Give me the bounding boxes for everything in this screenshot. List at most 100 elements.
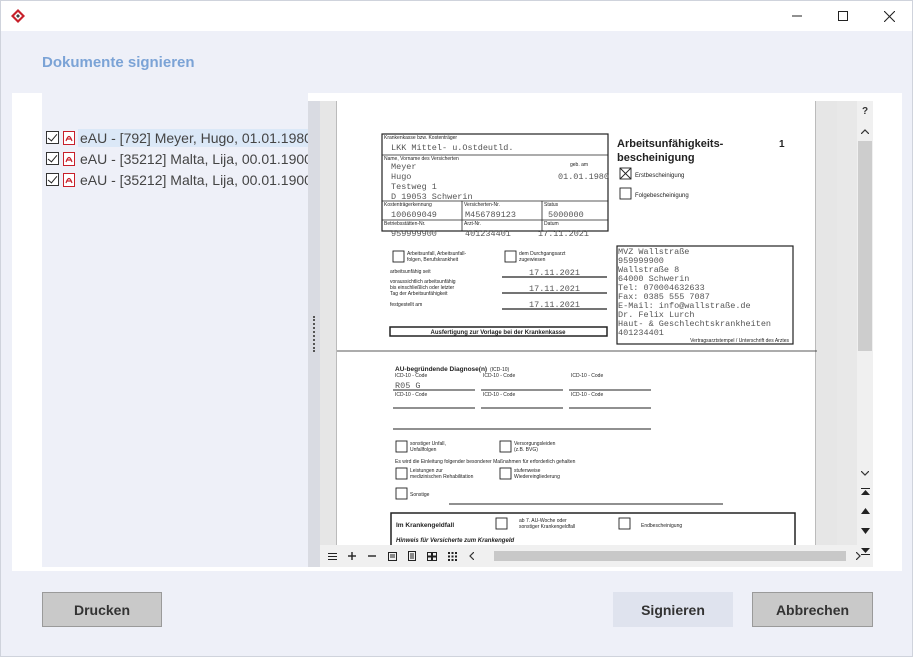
zoom-in-icon[interactable] (344, 548, 360, 564)
app-logo-icon (11, 9, 25, 23)
icd-caption: ICD-10 - Code (483, 392, 515, 398)
content-panel: eAU - [792] Meyer, Hugo, 01.01.1980 eAU … (12, 93, 902, 571)
close-icon (883, 10, 895, 22)
scroll-thumb[interactable] (858, 141, 872, 351)
doctor-stamp: MVZ Wallstraße 959999900 Wallstraße 8 64… (618, 247, 771, 338)
document-checkbox[interactable] (46, 173, 59, 186)
versorgung-label-2: (z.B. BVG) (514, 447, 538, 453)
bsnr-value: 959999900 (391, 229, 437, 239)
versnr-caption: Versicherten-Nr. (464, 202, 500, 208)
horizontal-scrollbar[interactable] (494, 551, 846, 561)
document-label: eAU - [792] Meyer, Hugo, 01.01.1980 (78, 128, 314, 147)
lanr-value: 401234401 (465, 229, 511, 239)
street: Testweg 1 (391, 182, 437, 192)
sonstige-label: Sonstige (410, 492, 430, 498)
copy-number: 1 (779, 139, 785, 150)
first-name: Hugo (391, 172, 411, 182)
ausfertigung-label: Ausfertigung zur Vorlage bei der Kranken… (431, 330, 567, 336)
sign-button[interactable]: Signieren (613, 592, 733, 627)
krankengeld-title: Im Krankengeldfall (396, 522, 454, 529)
dialog-title: Dokumente signieren (42, 54, 195, 71)
dialog-header: Dokumente signieren (1, 31, 912, 93)
pdf-page: Krankenkasse bzw. Kostenträger LKK Mitte… (336, 101, 817, 545)
birth-caption: geb. am (570, 162, 588, 168)
menu-icon[interactable] (324, 548, 340, 564)
last-name: Meyer (391, 162, 417, 172)
document-item[interactable]: eAU - [35212] Malta, Lija, 00.01.1900 (42, 169, 312, 190)
horizontal-scroll-thumb[interactable] (494, 551, 846, 561)
document-checkbox[interactable] (46, 131, 59, 144)
icd-caption: ICD-10 - Code (483, 373, 515, 379)
splitter-grip-icon[interactable] (313, 316, 315, 352)
fit-width-icon[interactable] (384, 548, 400, 564)
kg-end-label: Endbescheinigung (641, 523, 682, 529)
panel-splitter[interactable] (308, 101, 320, 567)
datum-caption: Datum (544, 221, 559, 227)
city: D 19053 Schwerin (391, 192, 473, 202)
fit-page-icon[interactable] (404, 548, 420, 564)
grid-view-icon[interactable] (444, 548, 460, 564)
stamp-line: 401234401 (618, 328, 664, 338)
diagnosis-title: AU-begründende Diagnose(n) (395, 366, 487, 373)
bsnr-caption: Betriebsstätten-Nr. (384, 221, 425, 227)
au-form: Krankenkasse bzw. Kostenträger LKK Mitte… (337, 133, 817, 545)
pdf-viewer[interactable]: Krankenkasse bzw. Kostenträger LKK Mitte… (320, 101, 873, 567)
minimize-button[interactable] (774, 1, 820, 31)
icd-caption: ICD-10 - Code (571, 373, 603, 379)
kg-ab-label-2: sonstiger Krankengeldfall (519, 524, 575, 530)
maximize-button[interactable] (820, 1, 866, 31)
minimize-icon (792, 15, 802, 17)
pdf-file-icon (63, 172, 75, 187)
two-pages-icon[interactable] (424, 548, 440, 564)
icd-caption: ICD-10 - Code (395, 373, 427, 379)
erstbescheinigung-label: Erstbescheinigung (635, 173, 684, 179)
massnahmen-label: Es wird die Einleitung folgender besonde… (395, 459, 576, 465)
document-label: eAU - [35212] Malta, Lija, 00.01.1900 (80, 150, 312, 167)
kostentraeger-caption: Krankenkasse bzw. Kostenträger (384, 135, 457, 141)
form-title-line1: Arbeitsunfähigkeits- (617, 138, 724, 150)
durchgang-label-2: zugewiesen (519, 257, 546, 263)
document-item[interactable]: eAU - [792] Meyer, Hugo, 01.01.1980 (42, 127, 314, 148)
maximize-icon (838, 11, 848, 21)
icd-caption: ICD-10 - Code (571, 392, 603, 398)
leistungen-label-2: medizinischen Rehabilitation (410, 474, 474, 480)
stamp-caption: Vertragsarztstempel / Unterschrift des A… (690, 338, 789, 344)
festgestellt-label: festgestellt am (390, 302, 422, 308)
pdf-file-icon (63, 130, 75, 145)
kennung-value: 100609049 (391, 210, 437, 220)
stufen-label-2: Wiedereingliederung (514, 474, 560, 480)
versnr-value: M456789123 (465, 210, 516, 220)
sign-documents-dialog: Dokumente signieren eAU - [792] Meyer, H… (0, 0, 913, 657)
unfall2-label-2: Unfallfolgen (410, 447, 437, 453)
cancel-button[interactable]: Abbrechen (752, 592, 873, 627)
prev-page-icon[interactable] (857, 503, 873, 519)
kennung-caption: Kostenträgerkennung (384, 202, 432, 208)
page-area: Krankenkasse bzw. Kostenträger LKK Mitte… (320, 101, 837, 545)
au-seit-label: arbeitsunfähig seit (390, 269, 431, 275)
document-checkbox[interactable] (46, 152, 59, 165)
document-list: eAU - [792] Meyer, Hugo, 01.01.1980 eAU … (42, 93, 314, 567)
first-page-icon[interactable] (857, 483, 873, 499)
bis-label-3: Tag der Arbeitsunfähigkeit (390, 291, 448, 297)
next-page-icon[interactable] (857, 523, 873, 539)
kostentraeger-value: LKK Mittel- u.Ostdeutld. (391, 143, 513, 153)
icd-caption: ICD-10 - Code (395, 392, 427, 398)
zoom-out-icon[interactable] (364, 548, 380, 564)
folgebescheinigung-label: Folgebescheinigung (635, 193, 689, 199)
form-title-line2: bescheinigung (617, 152, 695, 164)
scroll-up-icon[interactable] (857, 123, 873, 139)
vertical-scrollbar[interactable]: ? (857, 101, 873, 567)
help-button[interactable]: ? (857, 103, 873, 119)
hinweis-title: Hinweis für Versicherte zum Krankengeld (396, 538, 514, 544)
scroll-left-icon[interactable] (463, 548, 479, 564)
title-bar (1, 1, 912, 31)
close-button[interactable] (866, 1, 912, 31)
document-item[interactable]: eAU - [35212] Malta, Lija, 00.01.1900 (42, 148, 312, 169)
document-label: eAU - [35212] Malta, Lija, 00.01.1900 (80, 171, 312, 188)
scroll-right-icon[interactable] (850, 548, 866, 564)
lanr-caption: Arzt-Nr. (464, 221, 481, 227)
scroll-down-icon[interactable] (857, 465, 873, 481)
viewer-toolbar (320, 545, 861, 567)
datum-value: 17.11.2021 (538, 229, 589, 239)
print-button[interactable]: Drucken (42, 592, 162, 627)
